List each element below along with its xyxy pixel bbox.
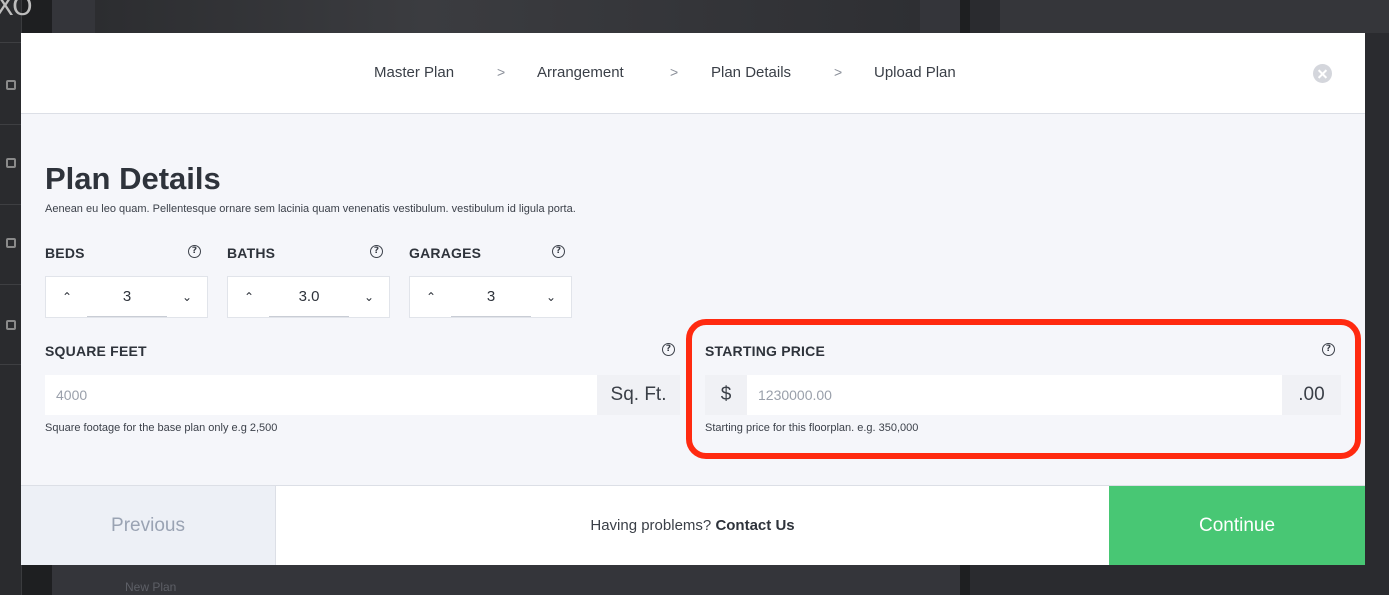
square-feet-label: SQUARE FEET bbox=[45, 343, 147, 359]
sidebar-divider bbox=[0, 42, 22, 43]
sidebar-divider bbox=[0, 364, 22, 365]
chevron-down-icon[interactable]: ⌄ bbox=[360, 288, 378, 306]
beds-help-icon[interactable]: ? bbox=[188, 245, 201, 258]
help-text: Having problems? Contact Us bbox=[276, 486, 1109, 565]
chevron-up-icon[interactable]: ⌃ bbox=[240, 288, 258, 306]
baths-label: BATHS bbox=[227, 245, 276, 261]
square-feet-input[interactable]: 4000 bbox=[45, 375, 597, 415]
garages-value[interactable]: 3 bbox=[451, 287, 531, 317]
breadcrumb-step-master-plan[interactable]: Master Plan bbox=[374, 64, 454, 81]
beds-label: BEDS bbox=[45, 245, 85, 261]
sidebar-nav-icon bbox=[6, 238, 16, 248]
continue-button[interactable]: Continue bbox=[1109, 486, 1365, 565]
background-right-photo bbox=[1000, 0, 1389, 33]
sidebar-nav-icon bbox=[6, 320, 16, 330]
breadcrumb-step-plan-details[interactable]: Plan Details bbox=[711, 64, 791, 81]
contact-us-link[interactable]: Contact Us bbox=[715, 517, 794, 534]
chevron-up-icon[interactable]: ⌃ bbox=[58, 288, 76, 306]
close-icon[interactable] bbox=[1313, 64, 1332, 83]
garages-help-icon[interactable]: ? bbox=[552, 245, 565, 258]
help-prefix: Having problems? bbox=[590, 517, 712, 534]
background-list-item: New Plan bbox=[125, 580, 177, 594]
sidebar-nav-icon bbox=[6, 80, 16, 90]
garages-stepper: ⌃ 3 ⌄ bbox=[409, 276, 572, 318]
beds-value[interactable]: 3 bbox=[87, 287, 167, 317]
breadcrumb-step-arrangement[interactable]: Arrangement bbox=[537, 64, 624, 81]
app-logo: XO bbox=[0, 0, 33, 22]
baths-help-icon[interactable]: ? bbox=[370, 245, 383, 258]
chevron-down-icon[interactable]: ⌄ bbox=[178, 288, 196, 306]
breadcrumb-separator: > bbox=[670, 64, 679, 80]
breadcrumb-step-upload-plan[interactable]: Upload Plan bbox=[874, 64, 956, 81]
baths-value[interactable]: 3.0 bbox=[269, 287, 349, 317]
chevron-down-icon[interactable]: ⌄ bbox=[542, 288, 560, 306]
sidebar-divider bbox=[0, 284, 22, 285]
baths-stepper: ⌃ 3.0 ⌄ bbox=[227, 276, 390, 318]
beds-stepper: ⌃ 3 ⌄ bbox=[45, 276, 208, 318]
square-feet-unit: Sq. Ft. bbox=[597, 375, 680, 415]
page-description: Aenean eu leo quam. Pellentesque ornare … bbox=[45, 203, 576, 215]
sidebar-nav-icon bbox=[6, 158, 16, 168]
background-photo bbox=[95, 0, 920, 33]
page-title: Plan Details bbox=[45, 161, 221, 196]
sidebar-divider bbox=[0, 204, 22, 205]
square-feet-placeholder: 4000 bbox=[56, 387, 88, 403]
previous-button[interactable]: Previous bbox=[21, 486, 276, 565]
highlight-annotation bbox=[686, 319, 1361, 459]
square-feet-help-icon[interactable]: ? bbox=[662, 343, 675, 356]
breadcrumb-separator: > bbox=[497, 64, 506, 80]
modal-footer: Previous Having problems? Contact Us Con… bbox=[21, 485, 1365, 565]
plan-details-modal: Master Plan > Arrangement > Plan Details… bbox=[21, 33, 1365, 565]
modal-header: Master Plan > Arrangement > Plan Details… bbox=[21, 33, 1365, 114]
background-sidebar: XO bbox=[0, 0, 33, 595]
garages-label: GARAGES bbox=[409, 245, 482, 261]
chevron-up-icon[interactable]: ⌃ bbox=[422, 288, 440, 306]
breadcrumb-separator: > bbox=[834, 64, 843, 80]
sidebar-divider bbox=[0, 124, 22, 125]
square-feet-hint: Square footage for the base plan only e.… bbox=[45, 422, 278, 434]
